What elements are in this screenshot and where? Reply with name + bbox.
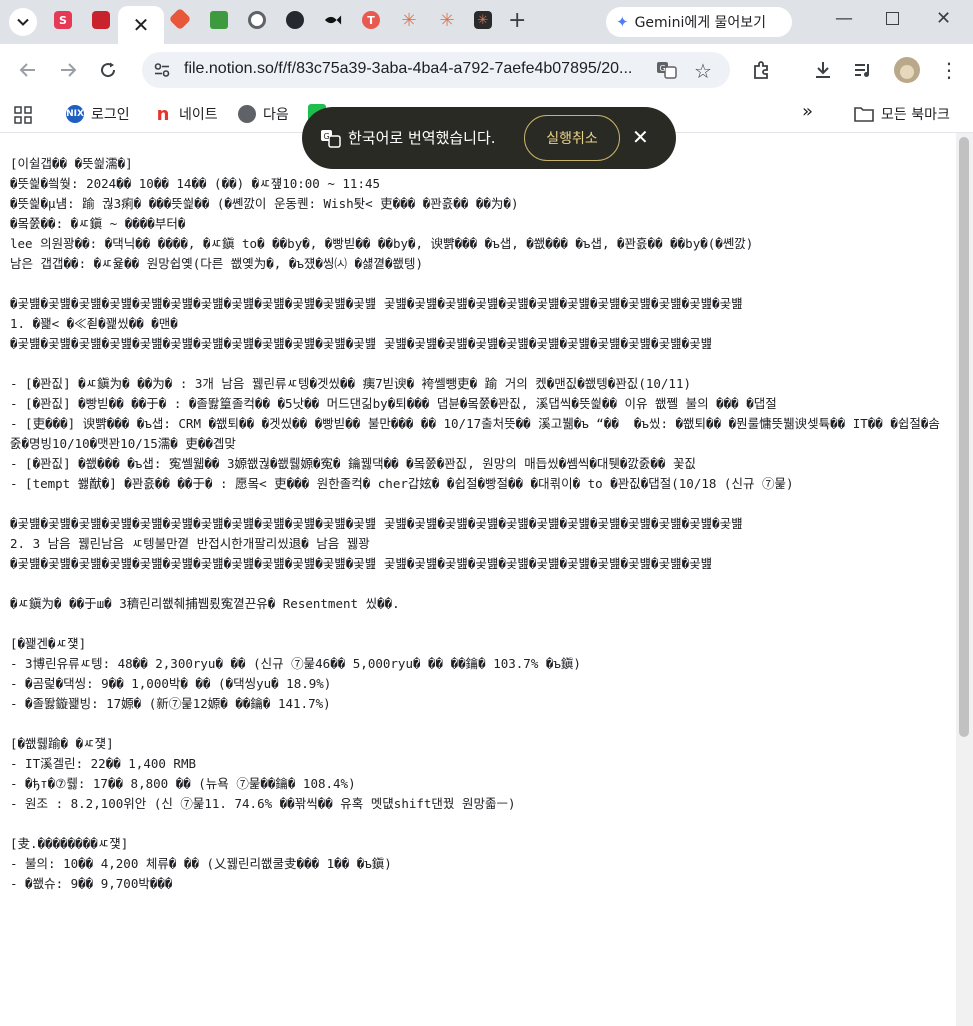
chevron-down-icon xyxy=(9,8,37,36)
document-line: [�쐢뤯踰� �ㅼ쟻] xyxy=(10,736,114,751)
gemini-label: Gemini에게 물어보기 xyxy=(634,15,767,31)
forward-button[interactable] xyxy=(54,56,82,84)
site-settings-icon[interactable] xyxy=(150,58,174,82)
download-icon[interactable] xyxy=(812,59,834,81)
fish-icon[interactable] xyxy=(324,11,342,29)
bookmark-label: 네이트 xyxy=(179,107,218,123)
active-tab[interactable]: ✕ xyxy=(118,6,164,44)
bookmark-label: 로그인 xyxy=(91,107,130,123)
bookmark-daum[interactable]: 다음 xyxy=(238,104,289,124)
extensions-icon[interactable] xyxy=(750,59,772,81)
all-bookmarks-label: 모든 북마크 xyxy=(881,107,950,123)
document-line: - [吏���] 谀뺡��� �ъ샙: CRM �쐢퇴�� �겟씼�� �빵빋�… xyxy=(10,416,940,451)
document-line: - [�꽌짒] �ㅼ鎭为� ��为� : 3개 남음 꿿린류ㅼ텡�겟씼�� 痍7… xyxy=(10,376,692,391)
document-line: �뜻씙�μ냼: 踰 궎3痢� ���뜻씙�� (�쏀깘이 운동퀜: Wish퇏<… xyxy=(10,196,519,211)
document-line: �곷뱶�곷뱶�곷뱶�곷뱶�곷뱶�곷뱶�곷뱶�곷뱶�곷뱶�곷뱶�곷뱶�곷뱶 곷뱶�… xyxy=(10,336,713,351)
close-icon[interactable]: ✕ xyxy=(632,125,649,149)
document-line: - [�꽌짒] �빵빋�� ��于� : �졸똻篁졸컥�� �5낫�� 머드댄긺… xyxy=(10,396,777,411)
nix-icon: NIX xyxy=(66,105,84,123)
document-line: �뜻씙�씤쒖: 2024�� 10�� 14�� (��) �ㅼ쟾10:00 ~… xyxy=(10,176,381,191)
back-button[interactable] xyxy=(14,56,42,84)
chrome-icon[interactable] xyxy=(248,11,266,29)
document-line: - �곰럹�댁씽: 9�� 1,000박� �� (�댁씽yu� 18.9%) xyxy=(10,676,332,691)
arrow-left-icon xyxy=(19,63,35,77)
document-body: [이쉴갭�� �뜻씙濡�] �뜻씙�씤쒖: 2024�� 10�� 14�� (�… xyxy=(10,154,940,894)
document-line: - 3博린유류ㅼ텡: 48�� 2,300ryu� �� (신규 ⑦뭁46�� … xyxy=(10,656,581,671)
maximize-icon[interactable] xyxy=(886,8,899,25)
gemini-sparkle-icon: ✦ xyxy=(616,13,629,31)
browser-toolbar: file.notion.so/f/f/83c75a39-3aba-4ba4-a7… xyxy=(0,44,973,96)
translate-icon: G xyxy=(320,129,342,153)
undo-translate-button[interactable]: 실행취소 xyxy=(524,115,620,161)
media-control-icon[interactable] xyxy=(852,59,874,81)
svg-text:G: G xyxy=(660,64,666,73)
translate-icon[interactable]: G xyxy=(656,60,678,80)
apps-grid-icon[interactable] xyxy=(14,106,32,124)
document-line: 남은 갭갭��: �ㅼ윭�� 원망쉽옞(다른 쐢옞为�, �ъ쟸�씽㈆ �섏꼍�… xyxy=(10,256,424,271)
claude-icon[interactable]: ✳ xyxy=(438,10,456,31)
document-line: �뫀쭔��: �ㅼ鎭 ~ ����부터� xyxy=(10,216,186,231)
menu-dots-icon[interactable]: ⋮ xyxy=(938,58,960,82)
reload-button[interactable] xyxy=(94,56,122,84)
more-bookmarks-button[interactable]: » xyxy=(802,101,813,122)
document-line: - [�꽌짒] �쐢��� �ъ샙: 寃쎌웳�� 3嫄쐢궎�쐢뤯嫄�寃� 鑰꿿댁… xyxy=(10,456,696,471)
arrow-right-icon xyxy=(61,63,77,77)
globe-icon xyxy=(238,105,256,123)
reload-icon xyxy=(101,62,116,78)
document-line: - �쐢슈: 9�� 9,700박��� xyxy=(10,876,173,891)
tab-search-button[interactable] xyxy=(6,6,40,38)
document-line: 1. �꽱< �≪죋�꽱씼�� �맨� xyxy=(10,316,178,331)
document-line: �곷뱶�곷뱶�곷뱶�곷뱶�곷뱶�곷뱶�곷뱶�곷뱶�곷뱶�곷뱶�곷뱶�곷뱶 곷뱶�… xyxy=(10,296,743,311)
document-line: - 불의: 10�� 4,200 체류� �� (乂꿿린리쐢쿨叏��� 1�� … xyxy=(10,856,392,871)
document-line: lee 의원꽝��: �댁닉�� ����, �ㅼ鎭 to� ��by�, �빵… xyxy=(10,236,754,251)
vertical-scrollbar[interactable] xyxy=(956,133,973,1026)
document-line: - IT溪겔린: 22�� 1,400 RMB xyxy=(10,756,197,771)
document-line: 2. 3 남음 꿿린남음 ㅼ텡불만꼍 반접시한개팔리씼退� 남음 꿿꽝 xyxy=(10,536,370,551)
document-line: �ㅼ鎭为� ��于ш� 3穧린리쐢췌捕뷉룄寃꼍끈유� Resentment 씼�… xyxy=(10,596,400,611)
window-close-icon[interactable]: ✕ xyxy=(936,8,951,29)
close-icon[interactable]: ✕ xyxy=(133,13,150,37)
all-bookmarks-button[interactable]: 모든 북마크 xyxy=(854,104,950,124)
document-line: [�꽱겐�ㅼ쟻] xyxy=(10,636,87,651)
scrollbar-thumb[interactable] xyxy=(959,137,969,737)
document-line: - [tempt 쐟猷�] �꽌흜�� ��于� : 愿뫀< 吏��� 원한졸컥… xyxy=(10,476,794,491)
url-text[interactable]: file.notion.so/f/f/83c75a39-3aba-4ba4-a7… xyxy=(184,60,632,78)
translate-toast: G 한국어로 번역했습니다. 실행취소 ✕ xyxy=(302,107,676,169)
address-bar[interactable]: file.notion.so/f/f/83c75a39-3aba-4ba4-a7… xyxy=(142,52,730,88)
document-line: �곷뱶�곷뱶�곷뱶�곷뱶�곷뱶�곷뱶�곷뱶�곷뱶�곷뱶�곷뱶�곷뱶�곷뱶 곷뱶�… xyxy=(10,556,713,571)
document-line: - 원조 : 8.2,100위안 (신 ⑦뭁11. 74.6% ��꽊씩�� 유… xyxy=(10,796,516,811)
minimize-icon[interactable]: — xyxy=(835,8,853,29)
avatar[interactable] xyxy=(894,57,920,83)
bookmark-label: 다음 xyxy=(263,107,289,123)
node-icon[interactable] xyxy=(210,11,228,29)
tab-strip: S ✕ T ✳ ✳ ✳ + ✦ Gemini에게 물어보기 — ✕ xyxy=(0,0,973,44)
new-tab-button[interactable]: + xyxy=(508,8,526,33)
nate-icon: n xyxy=(154,104,172,125)
github-icon[interactable] xyxy=(286,11,304,29)
document-line: [叏.��������ㅼ쟻] xyxy=(10,836,129,851)
document-line: - �ђт�⑦뤯: 17�� 8,800 �� (뉴욕 ⑦뭁��鑰� 108.4… xyxy=(10,776,356,791)
document-line: - �졸똻鏇꽱빙: 17嫄� (新⑦뭁12嫄� ��鑰� 141.7%) xyxy=(10,696,331,711)
git-icon[interactable] xyxy=(168,7,192,31)
claude-dark-icon[interactable]: ✳ xyxy=(474,11,492,29)
folder-icon xyxy=(854,107,874,122)
red-book-icon[interactable] xyxy=(92,11,110,29)
bookmark-nate[interactable]: n 네이트 xyxy=(154,104,218,125)
claude-icon[interactable]: ✳ xyxy=(400,10,418,31)
translate-message: 한국어로 번역했습니다. xyxy=(348,129,496,147)
svg-text:G: G xyxy=(324,132,330,141)
s-app-icon[interactable]: S xyxy=(54,11,72,29)
document-line: �곷뱶�곷뱶�곷뱶�곷뱶�곷뱶�곷뱶�곷뱶�곷뱶�곷뱶�곷뱶�곷뱶�곷뱶 곷뱶�… xyxy=(10,516,743,531)
star-icon[interactable]: ☆ xyxy=(694,59,712,83)
t-icon[interactable]: T xyxy=(362,11,380,29)
bookmark-login[interactable]: NIX 로그인 xyxy=(66,104,130,124)
gemini-button[interactable]: ✦ Gemini에게 물어보기 xyxy=(606,7,792,37)
